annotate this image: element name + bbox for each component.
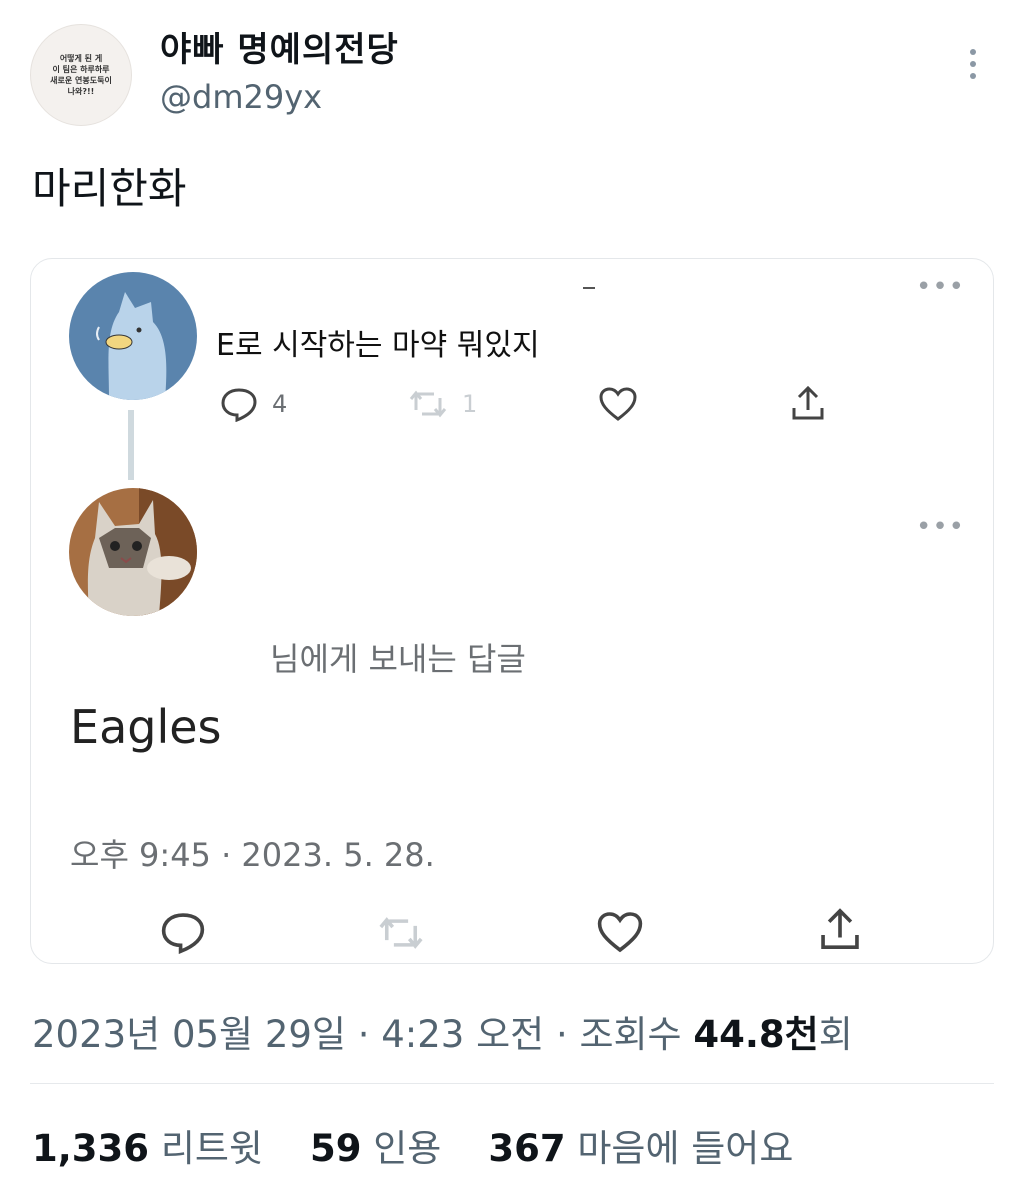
quote-avatar-cartoon[interactable] (69, 272, 197, 400)
retweet-button[interactable]: 1 (408, 388, 477, 420)
share-icon (792, 385, 824, 420)
user-handle[interactable]: @dm29yx (160, 78, 322, 116)
heart-icon (599, 387, 637, 421)
quote-avatar-cat[interactable] (69, 488, 197, 616)
retweets-stat[interactable]: 1,336 리트윗 (32, 1127, 263, 1170)
retweets-label: 리트윗 (160, 1127, 263, 1170)
avatar-text-line: 이 팀은 하루하루 (52, 65, 110, 74)
cropped-mark (583, 287, 595, 289)
divider (30, 1083, 994, 1084)
more-dots-icon[interactable] (958, 44, 988, 84)
quotes-stat[interactable]: 59 인용 (310, 1127, 441, 1170)
share-button[interactable] (790, 384, 826, 422)
reply-icon (161, 913, 205, 954)
quote-timestamp[interactable]: 오후 9:45 · 2023. 5. 28. (70, 830, 435, 876)
view-count-suffix: 회 (818, 1013, 853, 1056)
heart-icon (597, 912, 643, 953)
retweet-count: 1 (462, 390, 478, 418)
likes-label: 마음에 들어요 (577, 1127, 794, 1170)
likes-stat[interactable]: 367 마음에 들어요 (488, 1127, 793, 1170)
reply-icon (221, 388, 257, 422)
tweet-datetime[interactable]: 2023년 05월 29일 · 4:23 오전 · 조회수 (32, 1013, 693, 1056)
likes-count: 367 (488, 1127, 566, 1170)
avatar-text-line: 나와?!! (67, 87, 95, 96)
reply-button[interactable] (160, 910, 206, 954)
thread-connector (128, 410, 134, 480)
reply-button[interactable]: 4 (220, 386, 287, 422)
view-count: 44.8천 (693, 1013, 819, 1056)
share-icon (821, 908, 859, 949)
quote-first-text: E로 시작하는 마약 뭐있지 (216, 328, 540, 363)
reply-count: 4 (272, 390, 288, 418)
replying-to-label: 님에게 보내는 답글 (270, 640, 526, 678)
quotes-count: 59 (309, 1127, 362, 1170)
like-button[interactable] (596, 910, 644, 954)
engagement-stats: 1,336 리트윗 59 인용 367 마음에 들어요 (32, 1118, 793, 1172)
retweet-button[interactable] (376, 914, 426, 952)
retweets-count: 1,336 (32, 1127, 150, 1170)
quotes-label: 인용 (373, 1127, 442, 1170)
share-button[interactable] (818, 906, 862, 952)
tweet-text: 마리한화 (32, 164, 187, 213)
avatar-text-line: 어떻게 된 게 (59, 54, 103, 63)
tweet-metadata: 2023년 05월 29일 · 4:23 오전 · 조회수 44.8천회 (32, 1004, 853, 1058)
like-button[interactable] (598, 386, 638, 422)
author-avatar[interactable]: 어떻게 된 게 이 팀은 하루하루 새로운 연봉도둑이 나와?!! (30, 24, 132, 126)
more-dots-icon[interactable]: ••• (916, 272, 965, 302)
retweet-icon (379, 917, 423, 949)
retweet-icon (409, 390, 447, 418)
avatar-text-line: 새로운 연봉도둑이 (50, 76, 112, 85)
quote-second-text: Eagles (70, 700, 222, 754)
display-name[interactable]: 야빠 명예의전당 (160, 22, 399, 71)
more-dots-icon[interactable]: ••• (916, 512, 965, 542)
